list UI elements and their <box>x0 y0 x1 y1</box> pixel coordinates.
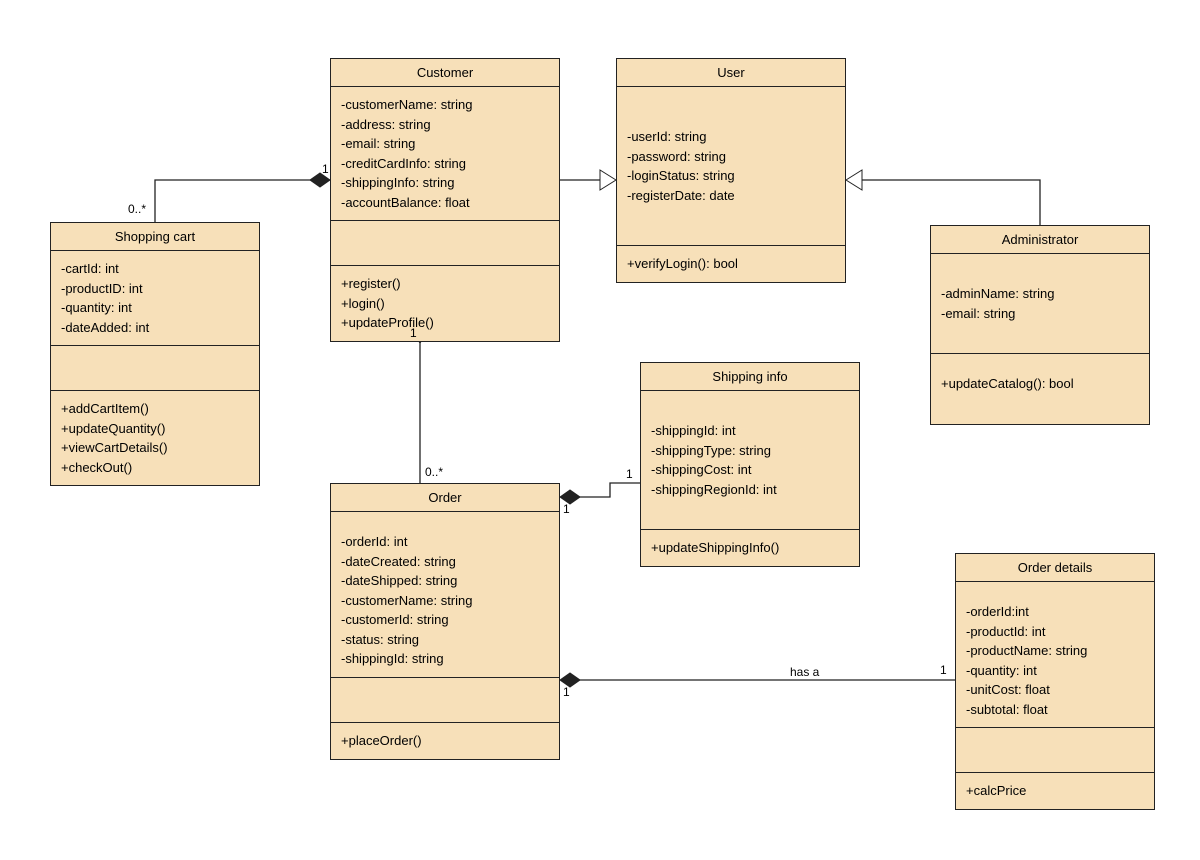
class-order[interactable]: Order -orderId: int -dateCreated: string… <box>330 483 560 760</box>
multiplicity-label: 1 <box>626 467 633 481</box>
class-title: Order details <box>956 554 1154 582</box>
attributes-section: -customerName: string -address: string -… <box>331 87 559 221</box>
class-shipping-info[interactable]: Shipping info -shippingId: int -shipping… <box>640 362 860 567</box>
class-shopping-cart[interactable]: Shopping cart -cartId: int -productID: i… <box>50 222 260 486</box>
multiplicity-label: 1 <box>563 685 570 699</box>
class-user[interactable]: User -userId: string -password: string -… <box>616 58 846 283</box>
class-title: Order <box>331 484 559 512</box>
multiplicity-label: 1 <box>322 162 329 176</box>
relation-label: has a <box>790 665 819 679</box>
attributes-section: -userId: string -password: string -login… <box>617 87 845 246</box>
methods-section: +verifyLogin(): bool <box>617 246 845 282</box>
attributes-section: -adminName: string -email: string <box>931 254 1149 354</box>
methods-section: +addCartItem() +updateQuantity() +viewCa… <box>51 391 259 485</box>
spacer-section <box>331 221 559 266</box>
class-title: Customer <box>331 59 559 87</box>
attributes-section: -cartId: int -productID: int -quantity: … <box>51 251 259 346</box>
attributes-section: -orderId:int -productId: int -productNam… <box>956 582 1154 728</box>
spacer-section <box>331 678 559 723</box>
methods-section: +updateCatalog(): bool <box>931 354 1149 424</box>
multiplicity-label: 0..* <box>425 465 443 479</box>
multiplicity-label: 0..* <box>128 202 146 216</box>
class-title: Shopping cart <box>51 223 259 251</box>
multiplicity-label: 1 <box>563 502 570 516</box>
attributes-section: -orderId: int -dateCreated: string -date… <box>331 512 559 678</box>
methods-section: +calcPrice <box>956 773 1154 809</box>
methods-section: +placeOrder() <box>331 723 559 759</box>
class-title: Administrator <box>931 226 1149 254</box>
multiplicity-label: 1 <box>410 326 417 340</box>
spacer-section <box>51 346 259 391</box>
class-title: User <box>617 59 845 87</box>
class-order-details[interactable]: Order details -orderId:int -productId: i… <box>955 553 1155 810</box>
class-customer[interactable]: Customer -customerName: string -address:… <box>330 58 560 342</box>
methods-section: +updateShippingInfo() <box>641 530 859 566</box>
methods-section: +register() +login() +updateProfile() <box>331 266 559 341</box>
spacer-section <box>956 728 1154 773</box>
multiplicity-label: 1 <box>940 663 947 677</box>
class-administrator[interactable]: Administrator -adminName: string -email:… <box>930 225 1150 425</box>
class-title: Shipping info <box>641 363 859 391</box>
attributes-section: -shippingId: int -shippingType: string -… <box>641 391 859 530</box>
